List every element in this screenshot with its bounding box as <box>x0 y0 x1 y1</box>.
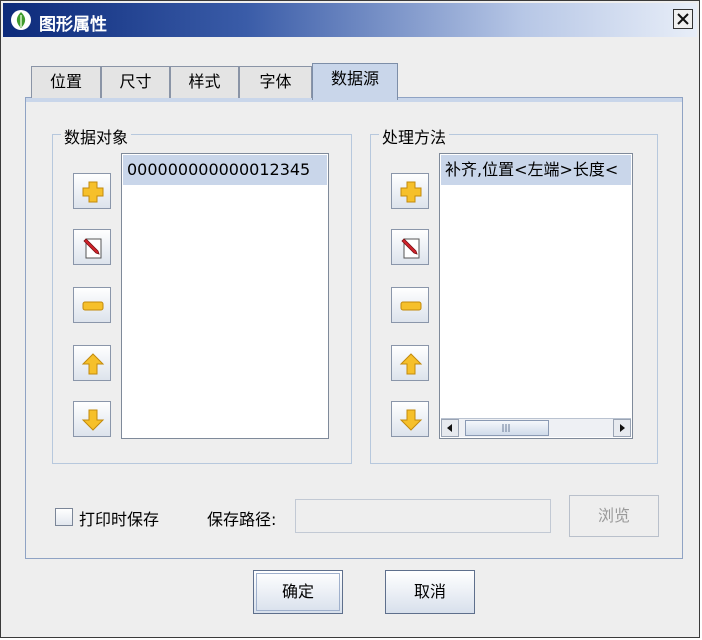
browse-button[interactable]: 浏览 <box>569 495 659 537</box>
tab-size[interactable]: 尺寸 <box>101 66 170 98</box>
tab-label: 位置 <box>49 72 82 91</box>
move-up-data-object-button[interactable] <box>73 345 111 381</box>
move-up-processing-button[interactable] <box>391 345 429 381</box>
tab-style[interactable]: 样式 <box>170 66 239 98</box>
tab-label: 字体 <box>259 72 292 91</box>
tab-label: 数据源 <box>330 69 379 88</box>
app-leaf-icon <box>11 10 31 30</box>
scroll-left-button[interactable] <box>441 419 459 437</box>
save-path-label: 保存路径: <box>207 510 277 529</box>
minus-icon <box>400 301 422 311</box>
add-processing-button[interactable] <box>391 173 429 209</box>
tab-font[interactable]: 字体 <box>239 66 312 98</box>
save-path-input[interactable] <box>295 499 551 533</box>
close-icon <box>677 13 689 25</box>
cancel-button[interactable]: 取消 <box>385 570 475 614</box>
processing-list[interactable]: 补齐,位置<左端>长度< <box>439 153 633 439</box>
close-button[interactable] <box>673 9 693 29</box>
group-title-data-objects: 数据对象 <box>61 124 132 148</box>
print-save-label: 打印时保存 <box>79 510 160 529</box>
tab-label: 样式 <box>188 72 221 91</box>
edit-icon <box>401 238 420 259</box>
arrow-up-icon <box>81 353 105 375</box>
arrow-up-icon <box>399 353 423 375</box>
group-title-processing: 处理方法 <box>379 124 450 148</box>
dialog-window: 图形属性 数据对象 处理方法 位置 尺寸 样式 字体 数据源 000000000… <box>0 0 700 638</box>
window-title: 图形属性 <box>39 15 107 35</box>
ok-button[interactable]: 确定 <box>253 570 343 614</box>
list-item[interactable]: 补齐,位置<左端>长度< <box>441 155 631 185</box>
tab-label: 尺寸 <box>119 72 152 91</box>
arrow-down-icon <box>399 409 423 431</box>
move-down-processing-button[interactable] <box>391 401 429 437</box>
add-data-object-button[interactable] <box>73 173 111 209</box>
list-item[interactable]: 000000000000012345 <box>123 155 327 185</box>
title-bar[interactable]: 图形属性 <box>3 3 697 37</box>
data-object-list[interactable]: 000000000000012345 <box>121 153 329 439</box>
arrow-down-icon <box>81 409 105 431</box>
triangle-left-icon <box>447 424 452 432</box>
move-down-data-object-button[interactable] <box>73 401 111 437</box>
plus-icon <box>400 181 422 203</box>
triangle-right-icon <box>620 424 625 432</box>
minus-icon <box>82 301 104 311</box>
tab-position[interactable]: 位置 <box>31 66 101 98</box>
grip-icon <box>502 424 510 432</box>
tab-datasource[interactable]: 数据源 <box>312 63 398 100</box>
edit-processing-button[interactable] <box>391 229 429 265</box>
remove-data-object-button[interactable] <box>73 287 111 323</box>
plus-icon <box>82 181 104 203</box>
print-save-checkbox[interactable] <box>55 508 73 526</box>
scroll-right-button[interactable] <box>613 419 631 437</box>
scroll-thumb[interactable] <box>465 420 549 436</box>
edit-icon <box>83 238 102 259</box>
edit-data-object-button[interactable] <box>73 229 111 265</box>
horizontal-scrollbar[interactable] <box>441 418 631 437</box>
remove-processing-button[interactable] <box>391 287 429 323</box>
